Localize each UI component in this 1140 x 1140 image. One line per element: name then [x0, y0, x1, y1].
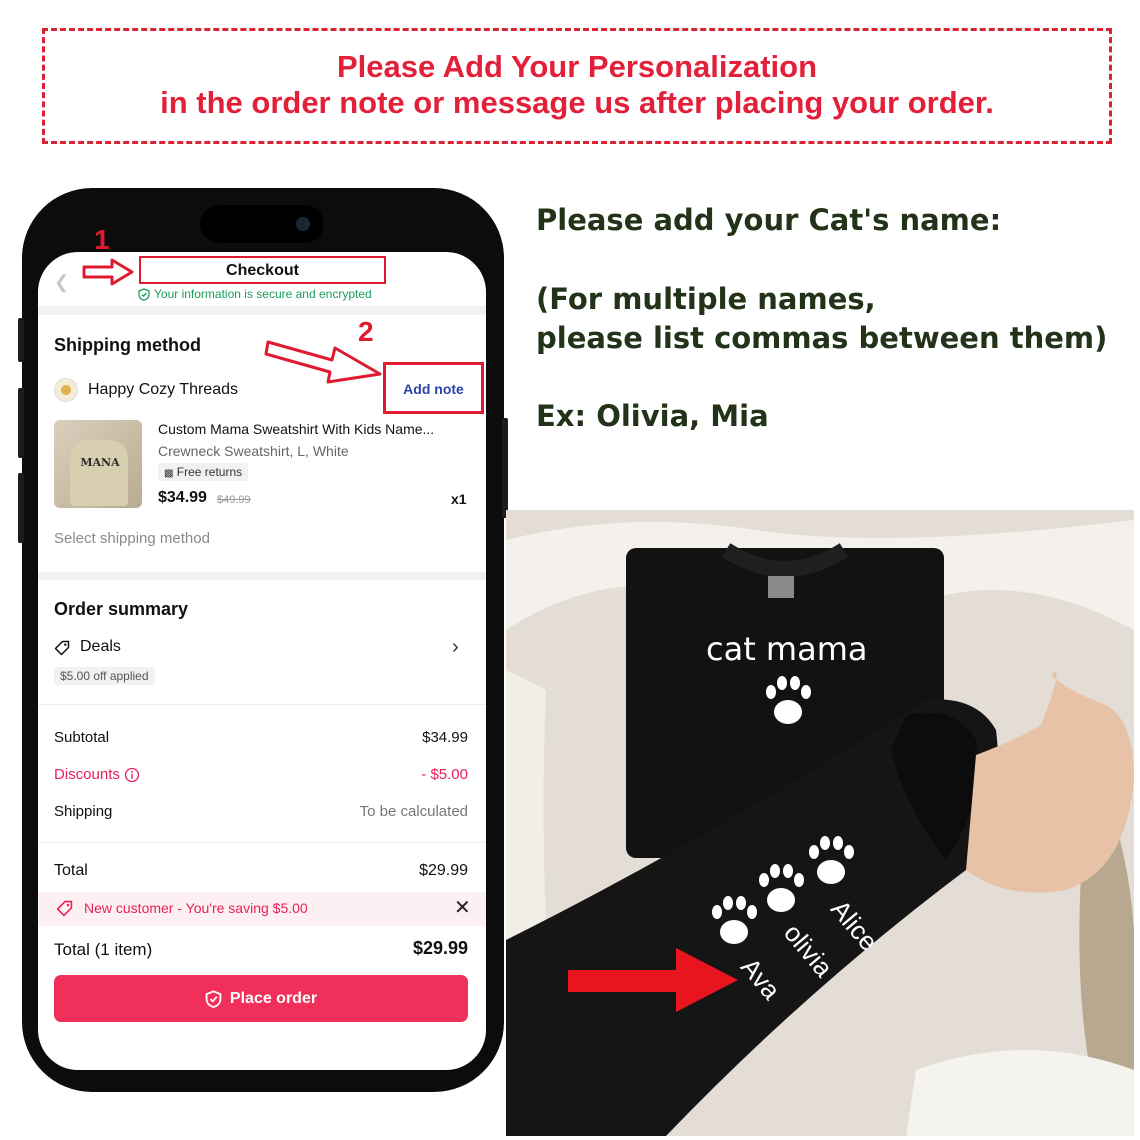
shop-logo-icon: [54, 378, 78, 402]
discounts-label: Discounts: [54, 766, 120, 783]
instruction-example: Ex: Olivia, Mia: [536, 399, 769, 433]
page-title: Checkout: [226, 262, 299, 279]
secure-text: Your information is secure and encrypted: [154, 287, 372, 301]
instruction-line-1: Please add your Cat's name:: [536, 203, 1002, 237]
product-thumbnail[interactable]: MANA: [54, 420, 142, 508]
deals-badge: $5.00 off applied: [54, 667, 155, 685]
banner-line-1: Please Add Your Personalization: [336, 49, 818, 84]
tag-icon: [54, 640, 70, 656]
total-value: $29.99: [419, 862, 468, 879]
free-returns-badge: ▩ Free returns: [158, 463, 249, 481]
shop-name[interactable]: Happy Cozy Threads: [88, 381, 238, 399]
add-note-highlight-box: Add note: [383, 362, 484, 414]
return-box-icon: ▩: [164, 468, 174, 479]
promo-text: New customer - You're saving $5.00: [84, 900, 308, 916]
chevron-right-icon[interactable]: ›: [452, 636, 459, 659]
shipping-value: To be calculated: [359, 803, 468, 820]
deals-label[interactable]: Deals: [80, 638, 121, 656]
secure-notice: Your information is secure and encrypted: [138, 287, 372, 301]
instruction-line-3: please list commas between them): [536, 321, 1108, 355]
divider-line: [38, 842, 486, 843]
camera-icon: [296, 217, 310, 231]
product-title[interactable]: Custom Mama Sweatshirt With Kids Name...: [158, 421, 434, 437]
add-note-button[interactable]: Add note: [386, 381, 481, 397]
banner-line-2: in the order note or message us after pl…: [160, 85, 994, 120]
step-2-arrow-icon: [264, 340, 382, 384]
product-shirt-image: [70, 440, 128, 506]
shipping-section-title: Shipping method: [54, 335, 201, 355]
personalization-banner: Please Add Your Personalization in the o…: [42, 28, 1112, 144]
product-thumb-text: MANA: [80, 456, 120, 469]
section-divider: [38, 572, 486, 580]
shipping-label: Shipping: [54, 803, 113, 820]
divider-line: [38, 704, 486, 705]
section-divider: [38, 306, 486, 315]
product-price: $34.99: [158, 489, 207, 506]
back-chevron-icon[interactable]: ❮: [54, 272, 69, 293]
total-label: Total: [54, 862, 88, 879]
shield-check-icon: [205, 989, 222, 1008]
info-icon[interactable]: [124, 767, 140, 783]
product-photo: cat mama Alice olivia Ava: [506, 510, 1134, 1136]
place-order-button[interactable]: Place order: [54, 975, 468, 1022]
discounts-row-label: Discounts: [54, 766, 140, 783]
shield-check-icon: [138, 287, 150, 301]
front-print-text: cat mama: [706, 630, 868, 668]
promo-tag-icon: [56, 900, 73, 917]
sweatshirt-illustration: [506, 510, 1134, 1136]
summary-section-title: Order summary: [54, 599, 189, 619]
product-quantity: x1: [451, 491, 467, 507]
instruction-line-2: (For multiple names,: [536, 282, 876, 316]
subtotal-label: Subtotal: [54, 729, 110, 746]
place-order-label: Place order: [229, 989, 318, 1007]
footer-total-label: Total (1 item): [54, 940, 153, 959]
product-variant[interactable]: Crewneck Sweatshirt, L, White: [158, 443, 349, 459]
product-original-price: $49.99: [217, 494, 251, 506]
subtotal-value: $34.99: [422, 729, 468, 746]
checkout-highlight-box: Checkout: [139, 256, 386, 284]
footer-total-value: $29.99: [412, 938, 468, 958]
phone-side-button: [18, 318, 24, 362]
phone-power-button: [502, 418, 508, 518]
dynamic-island: [200, 205, 324, 243]
step-number-1: 1: [94, 224, 110, 255]
phone-volume-down: [18, 473, 24, 543]
select-shipping-method[interactable]: Select shipping method: [54, 530, 210, 547]
discounts-value: - $5.00: [421, 766, 468, 783]
free-returns-label: Free returns: [176, 465, 243, 479]
phone-volume-up: [18, 388, 24, 458]
close-icon[interactable]: ✕: [454, 895, 471, 920]
step-1-arrow-icon: [82, 258, 134, 286]
